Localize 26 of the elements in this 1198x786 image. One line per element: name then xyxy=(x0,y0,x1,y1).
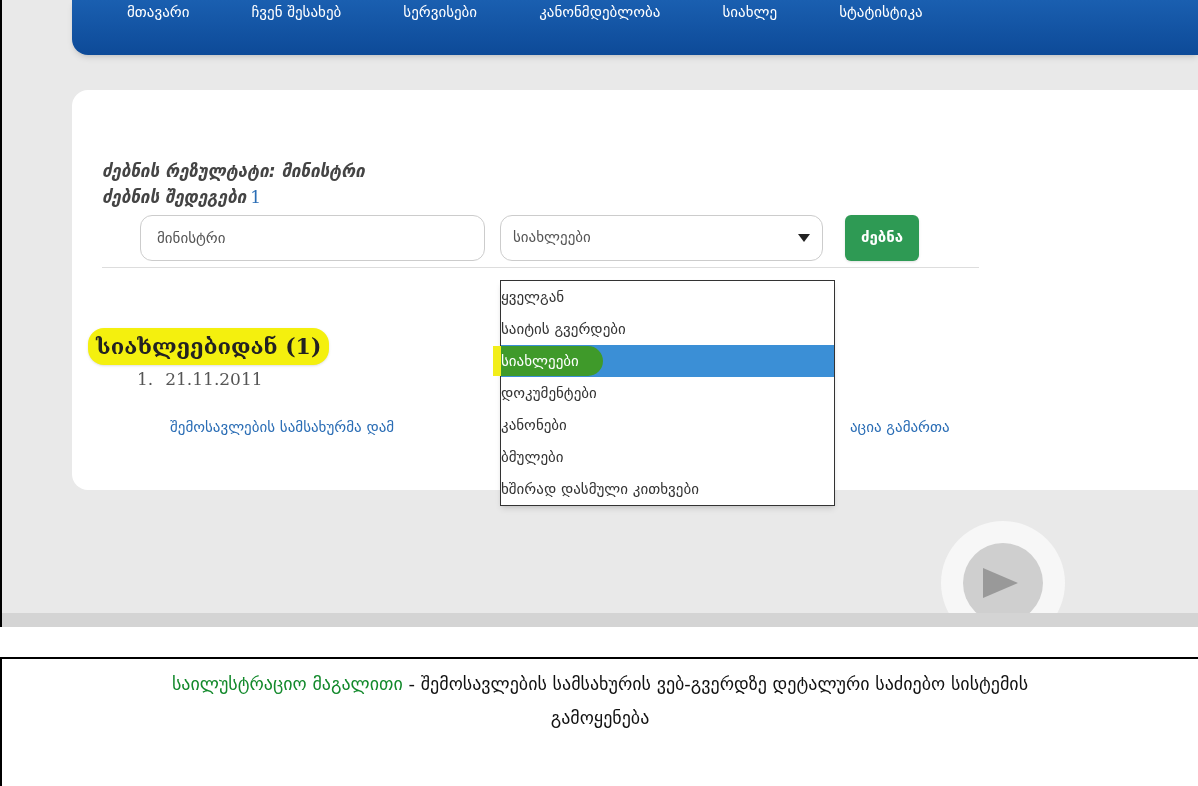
category-select[interactable]: სიახლეები xyxy=(500,214,823,261)
caption-label: საილუსტრაციო მაგალითი xyxy=(171,673,403,694)
nav-link[interactable]: სიახლე xyxy=(722,2,778,22)
results-count: 1 xyxy=(250,186,262,209)
nav-link[interactable]: სერვისები xyxy=(403,2,478,22)
result-link[interactable]: აცია გამართა xyxy=(850,416,950,439)
results-section-heading: სიახლეებიდან (1) xyxy=(88,327,330,365)
search-field[interactable]: მინისტრი xyxy=(140,214,485,261)
dropdown-option[interactable]: ბმულები xyxy=(501,441,834,473)
caret-icon xyxy=(798,233,810,242)
results-label: ძებნის შედეგები xyxy=(102,186,247,209)
dropdown-option[interactable]: საიტის გვერდები xyxy=(501,313,834,345)
dropdown-option[interactable]: ყველგან xyxy=(501,281,834,313)
nav-link[interactable]: კანონმდებლობა xyxy=(539,2,661,22)
list-number: 1. xyxy=(137,367,154,391)
nav-link[interactable]: ჩვენ შესახებ xyxy=(251,2,342,22)
search-button[interactable]: ძებნა xyxy=(845,214,920,261)
dropdown-option[interactable]: დოკუმენტები xyxy=(501,377,834,409)
results-title: ძებნის რეზულტატი: მინისტრი xyxy=(102,160,366,183)
nav-link[interactable]: მთავარი xyxy=(127,2,190,22)
result-date: 21.11.2011 xyxy=(165,367,263,391)
dropdown-option[interactable]: კანონები xyxy=(501,409,834,441)
circular-logo-icon xyxy=(938,518,1068,613)
caption-text: - შემოსავლების სამსახურის ვებ-გვერდზე დეტალური საძიებო სისტემის გამოყენება xyxy=(408,673,1029,728)
dropdown-option[interactable]: ხშირად დასმული კითხვები xyxy=(501,473,834,505)
nav-link[interactable]: სტატისტიკა xyxy=(839,2,923,22)
